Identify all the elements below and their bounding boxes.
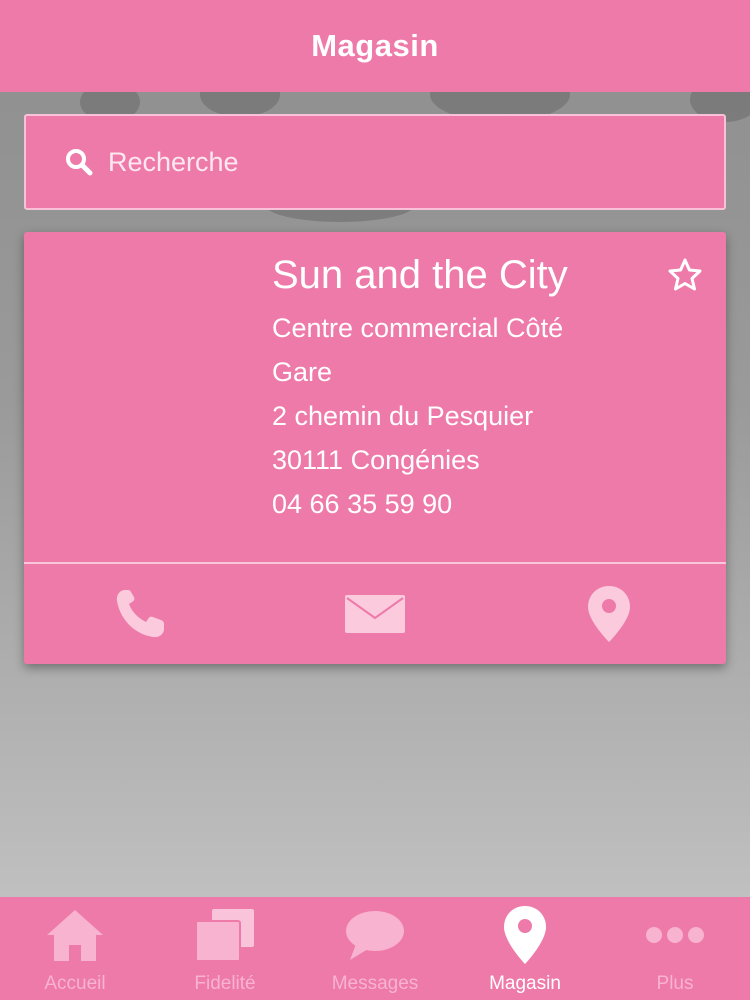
tab-fidelite[interactable]: Fidelité — [150, 897, 300, 1000]
store-info: Sun and the City Centre commercial Côté … — [272, 250, 692, 526]
tab-bar: Accueil Fidelité Messages Magasin Plus — [0, 897, 750, 1000]
store-city: 30111 Congénies — [272, 445, 480, 475]
store-name: Sun and the City — [272, 253, 568, 297]
store-address-line2: Gare — [272, 357, 333, 387]
phone-icon — [116, 590, 164, 638]
tab-magasin[interactable]: Magasin — [450, 897, 600, 1000]
store-actions — [24, 564, 726, 664]
map-pin-icon — [504, 906, 546, 964]
search-icon — [66, 149, 93, 176]
search-placeholder: Recherche — [108, 146, 239, 177]
tab-messages[interactable]: Messages — [300, 897, 450, 1000]
tab-label: Plus — [656, 973, 694, 994]
map-pin-icon — [588, 586, 630, 642]
home-icon — [47, 910, 103, 961]
email-button[interactable] — [258, 564, 492, 664]
store-card[interactable]: Sun and the City Centre commercial Côté … — [24, 232, 726, 664]
store-street: 2 chemin du Pesquier — [272, 401, 534, 431]
mail-icon — [345, 595, 405, 633]
more-icon — [646, 927, 704, 943]
cards-icon — [195, 909, 254, 962]
tab-label: Accueil — [44, 973, 106, 994]
favorite-star-icon[interactable] — [666, 256, 704, 294]
chat-icon — [346, 911, 404, 960]
store-address-line1: Centre commercial Côté — [272, 313, 564, 343]
search-field[interactable]: Recherche — [24, 114, 726, 210]
tab-plus[interactable]: Plus — [600, 897, 750, 1000]
tab-accueil[interactable]: Accueil — [0, 897, 150, 1000]
top-bar: Magasin — [0, 0, 750, 92]
tab-label: Messages — [331, 973, 419, 994]
tab-label: Magasin — [489, 973, 561, 994]
map-button[interactable] — [492, 564, 726, 664]
call-button[interactable] — [24, 564, 258, 664]
page-title: Magasin — [311, 28, 439, 63]
tab-label: Fidelité — [194, 973, 256, 994]
store-phone: 04 66 35 59 90 — [272, 489, 453, 519]
